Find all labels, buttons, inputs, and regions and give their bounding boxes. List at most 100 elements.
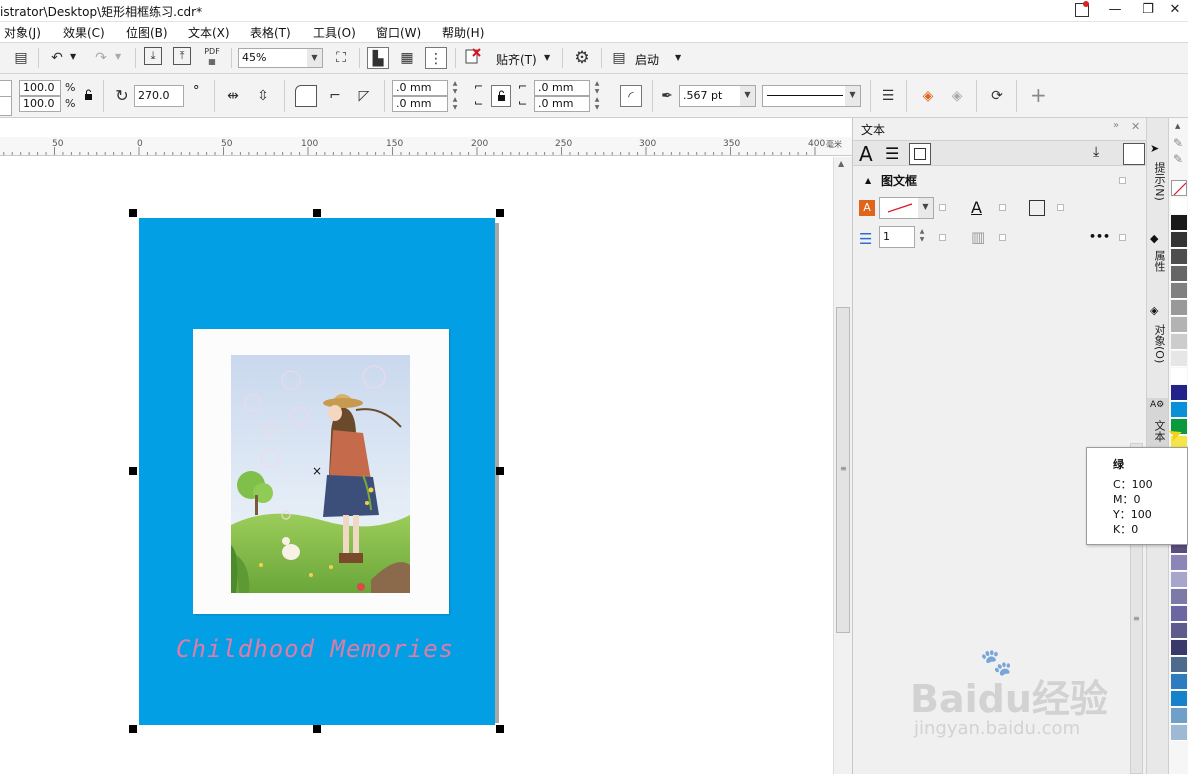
show-rulers-icon[interactable]: ▙ [367,47,389,69]
snap-to-label[interactable]: 贴齐(T) [496,51,537,68]
frame-direction-icon[interactable] [1029,200,1045,216]
selection-handle-bottom-left[interactable] [129,725,137,733]
color-swatch[interactable] [1171,674,1187,690]
outline-width-field[interactable]: .567 pt [679,85,741,107]
tab-text[interactable]: 文本 [1149,420,1167,450]
columns-checkbox[interactable] [939,234,946,241]
outline-pen-icon[interactable]: ✒ [656,85,678,107]
redo-dropdown-icon[interactable]: ▼ [115,52,121,61]
background-color-icon[interactable]: A [859,200,875,216]
corner-lock-icon[interactable] [491,85,511,107]
color-swatch[interactable] [1171,215,1187,231]
background-color-field[interactable] [879,197,919,219]
import-icon[interactable]: ⤓ [144,47,162,65]
more-options-checkbox[interactable] [1119,234,1126,241]
frame-direction-checkbox[interactable] [1057,204,1064,211]
color-swatch[interactable] [1171,572,1187,588]
columns-icon[interactable]: ☰ [859,230,872,248]
lock-ratio-icon[interactable] [84,89,93,100]
corner-bottom-left-spinner[interactable]: ▲ ▼ [450,96,460,112]
menu-window[interactable]: 窗口(W) [376,24,421,41]
color-swatch[interactable] [1171,725,1187,741]
vertical-align-checkbox[interactable] [999,204,1006,211]
color-swatch[interactable] [1171,198,1187,214]
no-color-swatch[interactable] [1171,180,1187,196]
color-swatch[interactable] [1171,266,1187,282]
pick-tool-icon[interactable]: ➤ [1150,142,1159,155]
text-tab-icon[interactable]: A⚙ [1150,400,1164,410]
corner-top-link-icon[interactable]: ⌐ [474,80,483,93]
zoom-level-field[interactable]: 45% [238,48,308,68]
eyedropper-icon[interactable]: ✎ [1173,136,1183,150]
menu-effects[interactable]: 效果(C) [63,24,105,41]
full-screen-icon[interactable]: ⛶ [330,47,352,69]
corner-bottom-right-icon[interactable]: ⌙ [518,96,527,109]
chamfered-corner-icon[interactable]: ◸ [353,85,375,107]
caption-text[interactable]: Childhood Memories [176,635,454,663]
color-swatch[interactable] [1171,640,1187,656]
menu-object[interactable]: 对象(J) [4,24,41,41]
more-options-button[interactable]: ••• [1089,230,1110,243]
tab-hints[interactable]: 提示(N) [1149,162,1167,242]
menu-text[interactable]: 文本(X) [188,24,230,41]
rotate-icon[interactable]: ↻ [111,85,133,107]
line-style-dropdown-icon[interactable]: ▼ [845,85,861,107]
round-corner-icon[interactable] [295,85,317,107]
undo-dropdown-icon[interactable]: ▼ [70,52,76,61]
tab-objects[interactable]: 对象(O) [1149,324,1167,384]
properties-icon[interactable]: ◆ [1150,232,1158,245]
restore-button[interactable]: ❐ [1133,0,1163,22]
menu-table[interactable]: 表格(T) [250,24,291,41]
column-settings-checkbox[interactable] [999,234,1006,241]
horizontal-ruler[interactable]: 50 0 50 100 150 200 250 300 350 400 毫米 [0,137,852,156]
selection-handle-bottom[interactable] [313,725,321,733]
color-swatch[interactable] [1171,691,1187,707]
launch-icon[interactable]: ▤ [608,47,630,69]
column-settings-icon[interactable]: ▥ [971,228,985,246]
frame-tab-icon[interactable] [909,143,931,165]
corner-radius-top-left-field[interactable]: .0 mm [392,80,448,96]
section-checkbox[interactable] [1119,177,1126,184]
color-swatch[interactable] [1171,555,1187,571]
drawing-canvas[interactable]: × Childhood Memories [0,157,833,774]
show-grid-icon[interactable]: ▦ [396,47,418,69]
position-y-field[interactable] [0,96,12,116]
background-color-checkbox[interactable] [939,204,946,211]
color-swatch[interactable] [1171,402,1187,418]
frame-options-icon[interactable] [1123,143,1145,165]
scale-x-field[interactable]: 100.0 [19,80,61,96]
close-button[interactable]: ✕ [1160,0,1188,22]
import-settings-icon[interactable]: ⤓ [1093,144,1099,160]
corner-top-right-spinner[interactable]: ▲ ▼ [592,80,602,96]
wrap-text-icon[interactable]: ☰ [877,85,899,107]
corner-top-left-spinner[interactable]: ▲ ▼ [450,80,460,96]
selection-handle-top-right[interactable] [496,209,504,217]
eyedropper-2-icon[interactable]: ✎ [1173,152,1183,166]
color-swatch[interactable] [1171,300,1187,316]
scroll-thumb[interactable]: ≡ [836,307,850,633]
corner-bottom-right-spinner[interactable]: ▲ ▼ [592,96,602,112]
corner-radius-bottom-right-field[interactable]: .0 mm [534,96,590,112]
docker-collapse-icon[interactable]: » [1113,120,1119,131]
scroll-up-icon[interactable]: ▲ [838,159,844,168]
launch-dropdown-icon[interactable]: ▼ [675,53,681,62]
selection-handle-bottom-right[interactable] [496,725,504,733]
export-icon[interactable]: ⤒ [173,47,191,65]
relative-corner-scaling-icon[interactable]: ◜ [620,85,642,107]
snap-dropdown-icon[interactable]: ▼ [544,53,550,62]
line-style-field[interactable] [762,85,846,107]
corner-bottom-link-icon[interactable]: ⌙ [474,96,483,109]
vertical-align-icon[interactable]: A [971,198,982,217]
vertical-scrollbar[interactable]: ▲ ≡ [833,157,852,774]
menu-help[interactable]: 帮助(H) [442,24,484,41]
color-swatch[interactable] [1171,589,1187,605]
columns-spinner[interactable]: ▲ ▼ [917,228,927,246]
undo-icon[interactable]: ↶ [46,47,68,69]
selection-handle-left[interactable] [129,467,137,475]
color-swatch[interactable] [1171,368,1187,384]
selection-handle-top[interactable] [313,209,321,217]
mirror-vertical-icon[interactable]: ⇳ [252,85,274,107]
columns-count-field[interactable]: 1 [879,226,915,248]
add-button[interactable]: + [1030,83,1047,107]
snap-off-icon[interactable] [462,47,484,69]
